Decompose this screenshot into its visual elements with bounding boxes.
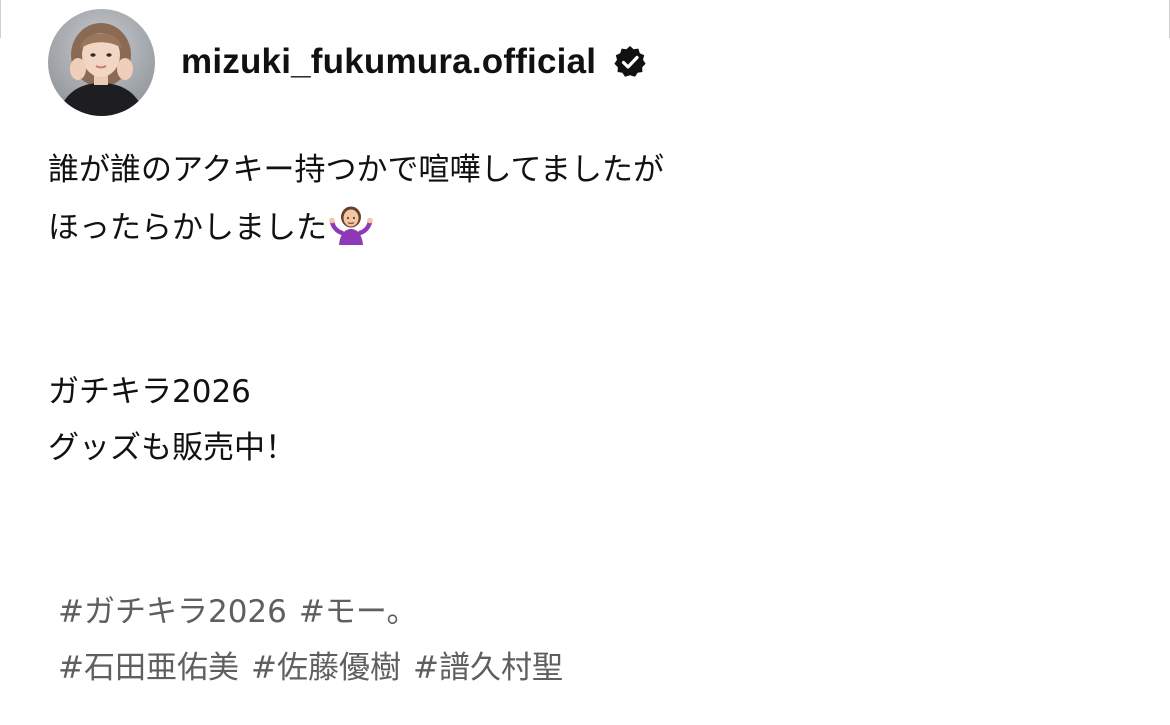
verified-badge-icon (612, 44, 648, 80)
person-shrugging-emoji (329, 202, 373, 246)
hashtag-link[interactable]: #佐藤優樹 (251, 650, 401, 686)
hashtag-link[interactable]: #石田亜佑美 (58, 650, 239, 686)
username[interactable]: mizuki_fukumura.official (181, 42, 596, 82)
hashtag-link[interactable]: #譜久村聖 (413, 650, 563, 686)
caption-line-2: ほったらかしました (48, 200, 373, 256)
caption-line-3: ガチキラ2026 (48, 374, 251, 410)
frame-edge-left (0, 0, 1, 38)
avatar-photo (48, 8, 155, 116)
caption-line-1: 誰が誰のアクキー持つかで喧嘩してましたが (48, 152, 664, 188)
hashtag-row-2: #石田亜佑美 #佐藤優樹 #譜久村聖 (58, 640, 575, 696)
post-header: mizuki_fukumura.official (48, 8, 648, 116)
avatar[interactable] (48, 8, 155, 116)
hashtag-row-1: #ガチキラ2026 #モー。 (58, 584, 430, 640)
caption-line-4: グッズも販売中！ (48, 430, 296, 466)
post-container: mizuki_fukumura.official 誰が誰のアクキー持つかで喧嘩し… (0, 0, 1170, 725)
hashtag-link[interactable]: #モー。 (299, 594, 418, 630)
hashtag-link[interactable]: #ガチキラ2026 (58, 594, 287, 630)
caption-line-2-text: ほったらかしました (48, 210, 327, 246)
